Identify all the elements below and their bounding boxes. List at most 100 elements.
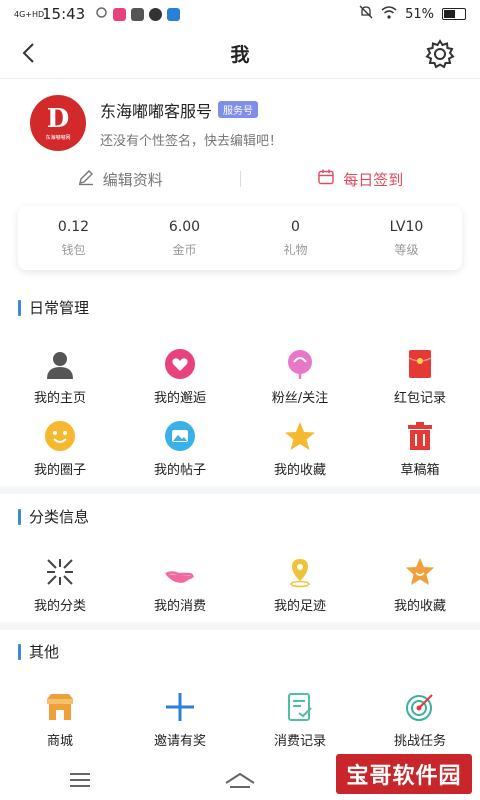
menu-label: 挑战任务 [393,734,446,749]
header-divider [0,78,480,79]
menu-my-spending[interactable]: 我的消费 [120,555,240,614]
daily-grid-row1: 我的主页 我的邂逅 粉丝/关注 红包记录 [0,347,480,406]
menu-fans-follow[interactable]: 粉丝/关注 [240,347,360,406]
hand-icon [163,555,197,589]
network-indicator: 4G+HD [14,9,45,19]
shop-icon [43,690,77,724]
menu-label: 我的分类 [33,599,86,614]
menu-challenge-tasks[interactable]: 挑战任务 [360,690,480,749]
section-accent-bar [18,643,21,660]
record-icon [283,690,317,724]
heart-icon [163,347,197,381]
menu-label: 我的足迹 [273,599,326,614]
menu-my-favorites[interactable]: 我的收藏 [240,419,360,478]
avatar[interactable]: D 东海嘟嘟网 [30,95,86,151]
menu-my-circles[interactable]: 我的圈子 [0,419,120,478]
compass-icon [149,7,163,21]
menu-red-envelope-records[interactable]: 红包记录 [360,347,480,406]
menu-label: 我的邂逅 [153,391,206,406]
section-title: 分类信息 [29,508,90,526]
menu-invite-rewards[interactable]: 邀请有奖 [120,690,240,749]
menu-icon[interactable] [60,765,100,795]
profile-card[interactable]: D 东海嘟嘟网 东海嘟嘟客服号 服务号 还没有个性签名，快去编辑吧！ [30,95,282,151]
menu-label: 我的消费 [153,599,206,614]
daily-checkin-button[interactable]: 每日签到 [241,168,480,190]
section-daily-header: 日常管理 [18,297,89,318]
blue-app-icon [167,7,181,21]
status-bar: 4G+HD 15:43 51% [0,0,480,28]
menu-shop[interactable]: 商城 [0,690,120,749]
section-gap [0,622,480,630]
status-time: 15:43 [42,5,86,23]
profile-name: 东海嘟嘟客服号 [100,101,213,121]
menu-label: 我的圈子 [33,463,86,478]
menu-label: 邀请有奖 [153,734,206,749]
menu-drafts[interactable]: 草稿箱 [360,419,480,478]
section-title: 其他 [29,643,60,661]
menu-label: 我的收藏 [393,599,446,614]
calendar-icon [317,168,343,190]
edit-profile-label: 编辑资料 [102,170,163,189]
trash-icon [403,419,437,453]
target-icon [403,690,437,724]
stat-gifts[interactable]: 0 礼物 [240,219,351,258]
plus-icon [163,690,197,724]
notification-icons [95,6,181,23]
page-title: 我 [230,43,250,66]
menu-label: 我的收藏 [273,463,326,478]
avatar-logo-subtitle: 东海嘟嘟网 [45,134,71,141]
stat-label: 等级 [394,242,419,257]
section-accent-bar [18,299,21,316]
edit-profile-button[interactable]: 编辑资料 [0,168,240,190]
red-envelope-icon [403,347,437,381]
menu-my-posts[interactable]: 我的帖子 [120,419,240,478]
menu-my-footprints[interactable]: 我的足迹 [240,555,360,614]
mute-icon [359,5,373,23]
section-accent-bar [18,508,21,525]
daily-grid-row2: 我的圈子 我的帖子 我的收藏 草稿箱 [0,419,480,478]
stat-coins[interactable]: 6.00 金币 [129,219,240,258]
category-icon [43,555,77,589]
location-pin-icon [283,555,317,589]
other-grid: 商城 邀请有奖 消费记录 挑战任务 [0,690,480,749]
pencil-icon [77,168,103,190]
wifi-icon [381,5,397,23]
profile-signature: 还没有个性签名，快去编辑吧！ [100,133,283,149]
menu-my-collections[interactable]: 我的收藏 [360,555,480,614]
menu-my-categories[interactable]: 我的分类 [0,555,120,614]
stat-label: 钱包 [61,242,86,257]
menu-my-homepage[interactable]: 我的主页 [0,347,120,406]
watermark-logo: 宝哥软件园 [336,754,472,794]
stat-level[interactable]: LV10 等级 [351,219,462,258]
gear-icon[interactable] [424,38,456,70]
section-other-header: 其他 [18,641,59,662]
lollipop-icon [283,347,317,381]
wechat-icon [131,7,145,21]
menu-spending-records[interactable]: 消费记录 [240,690,360,749]
menu-label: 粉丝/关注 [271,391,329,406]
menu-label: 草稿箱 [400,463,440,478]
menu-label: 我的帖子 [153,463,206,478]
daily-checkin-label: 每日签到 [343,170,404,189]
category-grid: 我的分类 我的消费 我的足迹 我的收藏 [0,555,480,614]
back-arrow-icon[interactable] [18,40,40,66]
stats-card: 0.12 钱包 6.00 金币 0 礼物 LV10 等级 [18,206,462,270]
smile-icon [43,419,77,453]
stat-wallet[interactable]: 0.12 钱包 [18,219,129,258]
stat-label: 礼物 [283,242,308,257]
menu-my-encounters[interactable]: 我的邂逅 [120,347,240,406]
section-gap [0,486,480,494]
star-icon [283,419,317,453]
stat-value: LV10 [389,218,424,235]
menu-label: 我的主页 [33,391,86,406]
refresh-icon [95,6,108,23]
menu-label: 商城 [46,734,73,749]
stat-value: 6.00 [168,218,201,235]
section-category-header: 分类信息 [18,506,89,527]
battery-icon [442,8,466,20]
home-icon[interactable] [220,765,260,795]
stat-value: 0.12 [57,218,90,235]
stat-label: 金币 [172,242,197,257]
service-badge: 服务号 [218,101,259,118]
stat-value: 0 [291,218,300,235]
